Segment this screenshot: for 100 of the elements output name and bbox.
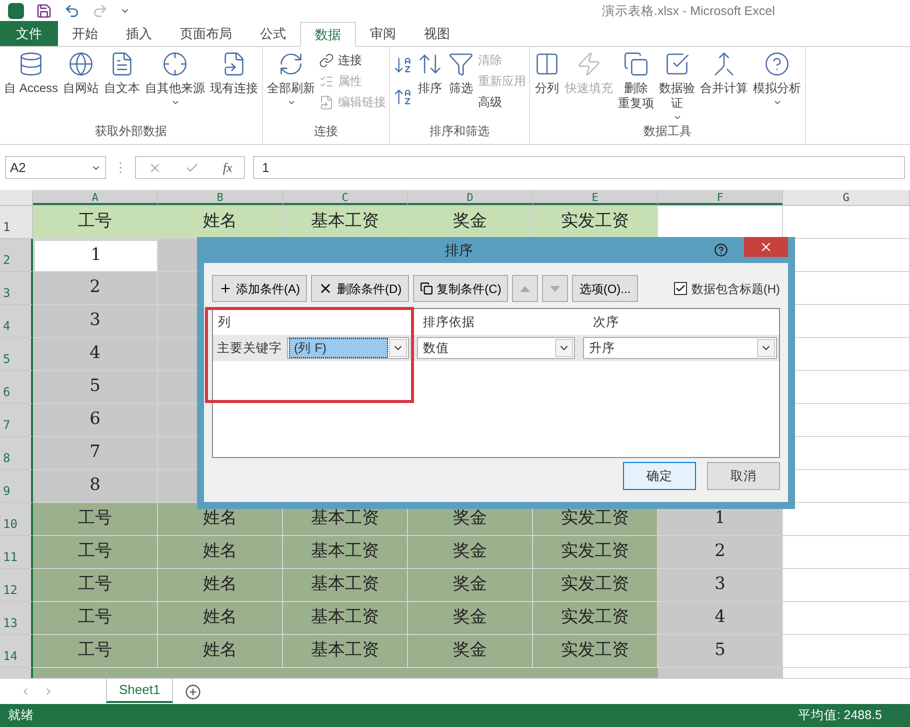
copy-condition-button[interactable]: 复制条件(C) (412, 275, 508, 302)
undo-icon[interactable] (64, 3, 80, 19)
dropdown-field[interactable]: 升序 (583, 337, 777, 359)
list-icon (319, 74, 334, 88)
crosshair-icon (162, 51, 188, 77)
ribbon-tab[interactable]: 视图 (410, 21, 464, 46)
column-header[interactable]: E (533, 190, 658, 205)
table-cell: 5 (658, 635, 783, 668)
save-icon[interactable] (36, 3, 52, 19)
status-text: 就绪 (8, 707, 34, 724)
checkbox[interactable] (674, 282, 688, 295)
ribbon-button[interactable]: 全部刷新 (266, 47, 316, 122)
sort-ascending-icon[interactable] (393, 55, 414, 75)
ribbon-button[interactable]: 筛选 (447, 47, 476, 122)
column-header[interactable]: D (408, 190, 533, 205)
row-header[interactable]: 10 (0, 503, 33, 536)
row-header[interactable]: 5 (0, 338, 33, 371)
ribbon-tab[interactable]: 开始 (58, 21, 112, 46)
row-header[interactable]: 4 (0, 305, 33, 338)
row-header[interactable]: 11 (0, 536, 33, 569)
table-cell: 姓名 (158, 536, 283, 569)
dropdown-field[interactable]: 数值 (417, 337, 575, 359)
ribbon-button[interactable]: 自网站 (62, 47, 100, 122)
formula-input[interactable]: 1 (253, 156, 905, 179)
add-sheet-icon[interactable] (185, 684, 202, 700)
table-cell: 实发工资 (533, 569, 658, 602)
dialog-button[interactable]: 确定 (623, 462, 696, 490)
column-header[interactable]: C (283, 190, 408, 205)
table-cell: 3 (33, 305, 158, 338)
ribbon-button[interactable]: 自其他来源 (144, 47, 206, 122)
ribbon-button[interactable]: 模拟分析 (752, 47, 802, 122)
sheet-tab[interactable]: Sheet1 (106, 679, 174, 703)
status-summary: 平均值: 2488.5 (798, 707, 882, 724)
ribbon-button[interactable]: 分列 (533, 47, 562, 122)
add-icon (219, 282, 232, 295)
row-header[interactable]: 3 (0, 272, 33, 305)
table-cell: 1 (33, 239, 158, 272)
table-cell: 工号 (33, 206, 158, 239)
ribbon-button[interactable]: 合并计算 (699, 47, 750, 122)
delete-condition-button[interactable]: 删除条件(D) (311, 275, 409, 302)
row-header[interactable]: 8 (0, 437, 33, 470)
ribbon-small-button[interactable]: 连接 (319, 51, 386, 69)
caret-icon (555, 339, 573, 357)
copy-icon (420, 282, 433, 295)
dialog-title: 排序 (444, 240, 474, 260)
table-cell: 奖金 (408, 206, 533, 239)
column-header[interactable]: A (33, 190, 158, 205)
row-header[interactable]: 12 (0, 569, 33, 602)
column-header[interactable]: G (783, 190, 910, 205)
ribbon-tab[interactable]: 数据 (300, 22, 356, 47)
dropdown-field[interactable]: (列 F) (287, 337, 409, 359)
table-cell: 工号 (33, 635, 158, 668)
table-cell: 基本工资 (283, 635, 408, 668)
table-cell: 2 (33, 272, 158, 305)
column-header[interactable]: B (158, 190, 283, 205)
row-header[interactable]: 7 (0, 404, 33, 437)
add-condition-button[interactable]: 添加条件(A) (212, 275, 307, 302)
file-tab[interactable]: 文件 (0, 21, 58, 46)
row-header[interactable]: 13 (0, 602, 33, 635)
ribbon-tab[interactable]: 公式 (246, 21, 300, 46)
table-cell: 基本工资 (283, 206, 408, 239)
caret-icon (389, 339, 407, 357)
globe-icon (68, 51, 94, 77)
row-header[interactable]: 6 (0, 371, 33, 404)
checklist-icon (664, 51, 690, 77)
excel-logo-icon[interactable] (8, 3, 24, 19)
filter-icon (448, 51, 474, 77)
caret-icon (170, 98, 180, 107)
ribbon-tab[interactable]: 页面布局 (166, 21, 246, 46)
delete-icon (318, 281, 333, 296)
table-cell: 奖金 (408, 602, 533, 635)
options-button[interactable]: 选项(O)... (572, 275, 638, 302)
row-header[interactable]: 9 (0, 470, 33, 503)
table-cell: 实发工资 (533, 635, 658, 668)
close-icon (759, 240, 773, 254)
help-icon[interactable] (714, 243, 728, 257)
ribbon-button[interactable]: 自 Access (3, 47, 60, 122)
row-header[interactable]: 2 (0, 239, 33, 272)
ribbon-button[interactable]: 自文本 (103, 47, 142, 122)
row-header[interactable]: 1 (0, 206, 33, 239)
row-header[interactable]: 14 (0, 635, 33, 668)
table-cell: 8 (33, 470, 158, 503)
ribbon-button[interactable]: 排序 (416, 47, 444, 122)
ribbon-button[interactable]: 删除 重复项 (617, 47, 656, 122)
ribbon-tab[interactable]: 审阅 (356, 21, 410, 46)
caret-icon (286, 98, 296, 107)
ribbon-small-button[interactable]: 高级 (478, 93, 526, 111)
ribbon-button[interactable]: 数据验 证 (658, 47, 696, 122)
table-cell: 奖金 (408, 635, 533, 668)
name-box[interactable]: A2 (5, 156, 106, 179)
sort-descending-icon[interactable] (393, 87, 414, 107)
column-header[interactable]: F (658, 190, 783, 205)
table-cell: 奖金 (408, 569, 533, 602)
ribbon-button[interactable]: 现有连接 (209, 47, 260, 122)
dialog-button[interactable]: 取消 (707, 462, 780, 490)
function-icon[interactable]: fx (222, 158, 232, 178)
ribbon-tab[interactable]: 插入 (112, 21, 166, 46)
table-cell: 工号 (33, 602, 158, 635)
link-icon (319, 52, 334, 68)
table-cell: 姓名 (158, 635, 283, 668)
